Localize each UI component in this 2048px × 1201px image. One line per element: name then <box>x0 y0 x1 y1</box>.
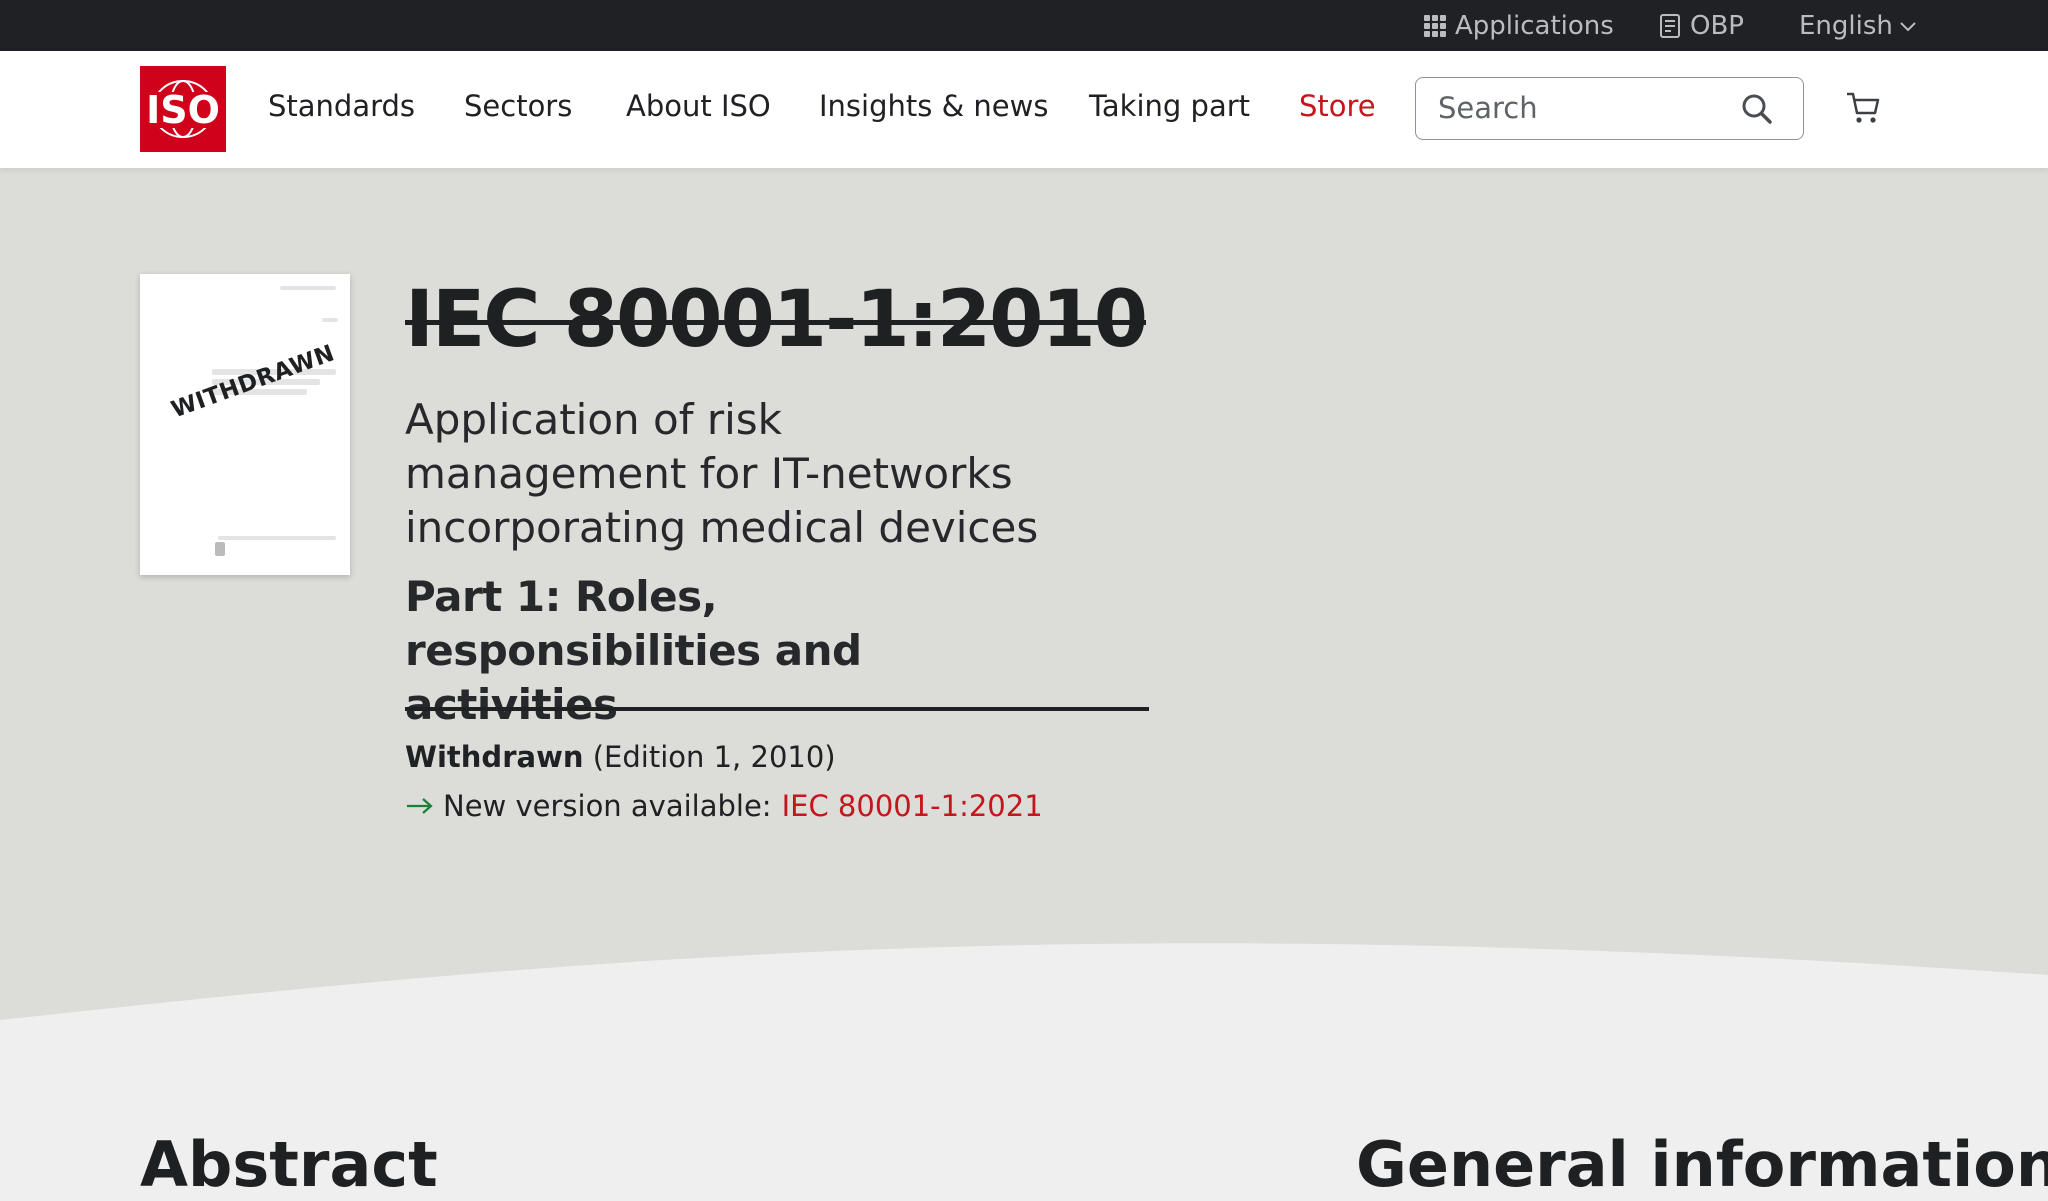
status-line: Withdrawn (Edition 1, 2010) <box>405 740 836 774</box>
language-selector[interactable]: English <box>1799 0 1917 51</box>
cart-icon <box>1847 92 1880 123</box>
utility-bar: Applications OBP English <box>0 0 2048 51</box>
logo-text: ISO <box>146 88 220 132</box>
iso-logo-icon: ISO <box>144 80 222 138</box>
language-label: English <box>1799 10 1893 41</box>
standard-reference: IEC 80001-1:2010 <box>405 275 1148 365</box>
general-information-heading: General information <box>1356 1128 2048 1201</box>
main-nav: ISO Standards Sectors About ISO Insights… <box>0 51 2048 168</box>
chevron-down-icon <box>1900 21 1916 31</box>
arrow-right-icon <box>407 798 433 814</box>
search-input[interactable] <box>1438 88 1728 128</box>
nav-insights-news[interactable]: Insights & news <box>819 89 1048 123</box>
search-box <box>1415 77 1804 140</box>
apps-grid-icon <box>1424 14 1446 37</box>
nav-about-iso[interactable]: About ISO <box>626 89 771 123</box>
document-icon <box>1660 13 1680 38</box>
nav-taking-part[interactable]: Taking part <box>1089 89 1250 123</box>
hero-curve-divider <box>0 943 2048 1040</box>
standard-title: Application of risk management for IT-ne… <box>405 395 1039 552</box>
obp-link[interactable]: OBP <box>1658 0 1744 51</box>
edition-info: (Edition 1, 2010) <box>592 740 836 774</box>
status-badge: Withdrawn <box>405 740 584 774</box>
nav-sectors[interactable]: Sectors <box>464 89 572 123</box>
new-version-link[interactable]: IEC 80001-1:2021 <box>782 789 1043 823</box>
title-divider <box>405 707 1149 711</box>
search-icon <box>1742 94 1772 124</box>
applications-label: Applications <box>1455 10 1614 41</box>
nav-store[interactable]: Store <box>1299 89 1376 123</box>
new-version-prefix: New version available: <box>443 789 772 823</box>
standard-cover-thumbnail: WITHDRAWN <box>140 274 350 575</box>
obp-label: OBP <box>1690 10 1744 41</box>
search-button[interactable] <box>1741 93 1773 129</box>
nav-standards[interactable]: Standards <box>268 89 415 123</box>
cart-button[interactable] <box>1845 91 1881 129</box>
abstract-heading: Abstract <box>140 1128 438 1201</box>
iso-logo[interactable]: ISO <box>140 66 226 152</box>
new-version-notice: New version available: IEC 80001-1:2021 <box>405 789 1043 823</box>
applications-link[interactable]: Applications <box>1423 0 1614 51</box>
